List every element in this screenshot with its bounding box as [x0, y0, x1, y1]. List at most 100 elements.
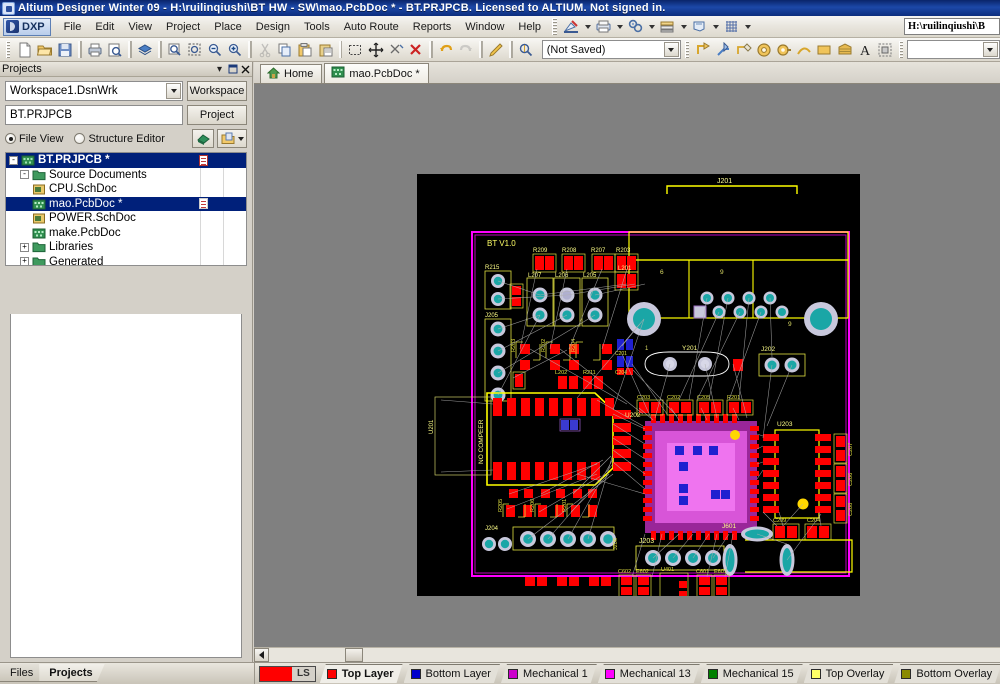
project-tree[interactable]: - BT.PRJPCB * - Source Documents CPU.Sch… [5, 152, 247, 266]
menu-item-reports[interactable]: Reports [406, 19, 459, 35]
extra-combo-chevron-down-icon[interactable] [982, 42, 998, 57]
schematic-tools-chevron-down-icon[interactable] [582, 17, 593, 36]
toolbar-grip[interactable] [552, 18, 558, 35]
project-field[interactable]: BT.PRJPCB [5, 105, 183, 125]
tree-item-make-pcbdoc[interactable]: make.PcbDoc [6, 226, 246, 241]
extra-combo[interactable] [907, 40, 1000, 59]
schematic-tools-icon[interactable] [561, 17, 582, 36]
place-component-icon[interactable] [875, 39, 895, 61]
place-toolbar-grip[interactable] [684, 41, 690, 58]
tree-item-cpu-schdoc[interactable]: CPU.SchDoc [6, 182, 246, 197]
layer-tab-mechanical-13[interactable]: Mechanical 13 [598, 664, 700, 683]
open-folder-icon[interactable] [35, 39, 55, 61]
cut-icon[interactable] [255, 39, 275, 61]
dxp-menu-button[interactable]: DXP [3, 17, 51, 36]
grid-chevron-down-icon[interactable] [742, 17, 753, 36]
main-toolbar-grip[interactable] [6, 41, 11, 58]
expander-icon[interactable]: - [20, 170, 29, 180]
tree-item-libraries[interactable]: + Libraries [6, 240, 246, 255]
zoom-selection-icon[interactable] [185, 39, 205, 61]
redo-icon[interactable] [456, 39, 476, 61]
dock-pin-icon[interactable] [226, 63, 239, 76]
menu-item-file[interactable]: File [57, 19, 89, 35]
structure-editor-radio[interactable] [74, 133, 86, 144]
workspace-button[interactable]: Workspace [187, 81, 247, 101]
layer-tab-top-layer[interactable]: Top Layer [320, 664, 403, 683]
deselect-icon[interactable] [386, 39, 406, 61]
clear-selection-icon[interactable] [406, 39, 426, 61]
layers-icon[interactable] [135, 39, 155, 61]
menu-item-help[interactable]: Help [511, 19, 548, 35]
print-icon[interactable] [85, 39, 105, 61]
workspace-chevron-down-icon[interactable] [166, 83, 181, 99]
menu-item-auto-route[interactable]: Auto Route [337, 19, 406, 35]
zoom-area-icon[interactable] [165, 39, 185, 61]
menu-item-project[interactable]: Project [159, 19, 207, 35]
print-preview-icon[interactable] [593, 17, 614, 36]
pcb-layout-svg[interactable]: J201 6 9 9 BT V1.0 R209 R208 R207 R203 L… [417, 174, 860, 596]
tab-projects[interactable]: Projects [39, 664, 105, 682]
layer-stack-chevron-down-icon[interactable] [678, 17, 689, 36]
chevron-down-icon[interactable]: ▾ [213, 63, 226, 76]
menu-item-tools[interactable]: Tools [297, 19, 337, 35]
undo-icon[interactable] [436, 39, 456, 61]
extra-toolbar-grip[interactable] [898, 41, 904, 58]
layer-stack-icon[interactable] [657, 17, 678, 36]
place-pad-icon[interactable] [754, 39, 774, 61]
select-area-icon[interactable] [345, 39, 365, 61]
horizontal-scrollbar[interactable] [254, 647, 1000, 662]
tab-files[interactable]: Files [0, 664, 46, 682]
grid-icon[interactable] [721, 17, 742, 36]
place-track-icon[interactable] [693, 39, 713, 61]
layer-tab-bottom-layer[interactable]: Bottom Layer [404, 664, 500, 683]
copy-icon[interactable] [275, 39, 295, 61]
workspace-select[interactable]: Workspace1.DsnWrk [5, 81, 183, 101]
highlight-icon[interactable] [486, 39, 506, 61]
place-line-icon[interactable] [734, 39, 754, 61]
layer-tab-mechanical-1[interactable]: Mechanical 1 [501, 664, 597, 683]
compile-icon[interactable] [192, 129, 214, 148]
file-view-radio[interactable] [5, 133, 16, 144]
paste-special-icon[interactable] [315, 39, 335, 61]
print-preview-icon[interactable] [105, 39, 125, 61]
place-arc-icon[interactable] [794, 39, 814, 61]
tree-item-power-schdoc[interactable]: POWER.SchDoc [6, 211, 246, 226]
open-documents-icon[interactable] [217, 129, 247, 148]
place-fill-icon[interactable] [814, 39, 834, 61]
drc-chevron-down-icon[interactable] [646, 17, 657, 36]
paste-icon[interactable] [295, 39, 315, 61]
close-icon[interactable] [239, 63, 252, 76]
layer-tab-mechanical-15[interactable]: Mechanical 15 [701, 664, 803, 683]
place-string-icon[interactable]: A [855, 39, 875, 61]
menu-item-edit[interactable]: Edit [88, 19, 121, 35]
tree-item-mao-pcbdoc[interactable]: mao.PcbDoc * [6, 196, 246, 211]
polygon-icon[interactable] [689, 17, 710, 36]
save-state-chevron-down-icon[interactable] [663, 42, 679, 57]
layer-selector-chip[interactable]: LS [259, 665, 316, 682]
save-state-combo[interactable]: (Not Saved) [541, 40, 681, 59]
tree-item-bt-prjpcb[interactable]: - BT.PRJPCB * [6, 153, 246, 168]
tab-mao-pcbdoc[interactable]: mao.PcbDoc * [324, 63, 429, 83]
save-icon[interactable] [55, 39, 75, 61]
print-preview-chevron-down-icon[interactable] [614, 17, 625, 36]
tree-item-source-documents[interactable]: - Source Documents [6, 168, 246, 183]
place-polygon-icon[interactable] [834, 39, 854, 61]
project-path-field[interactable]: H:\ruilinqiushi\B [904, 18, 1000, 35]
menu-item-design[interactable]: Design [249, 19, 297, 35]
scroll-thumb[interactable] [345, 648, 363, 662]
layer-tab-top-overlay[interactable]: Top Overlay [804, 664, 894, 683]
zoom-in-icon[interactable] [225, 39, 245, 61]
tree-item-generated[interactable]: + Generated [6, 255, 246, 265]
menu-item-view[interactable]: View [121, 19, 159, 35]
new-document-icon[interactable] [14, 39, 34, 61]
layer-tab-bottom-overlay[interactable]: Bottom Overlay [894, 664, 1000, 683]
cross-probe-icon[interactable] [516, 39, 536, 61]
place-via-icon[interactable] [774, 39, 794, 61]
scroll-left-arrow-icon[interactable] [254, 648, 269, 662]
expander-icon[interactable]: - [9, 155, 18, 165]
move-icon[interactable] [365, 39, 385, 61]
pcb-canvas[interactable]: J201 6 9 9 BT V1.0 R209 R208 R207 R203 L… [254, 84, 1000, 647]
zoom-out-icon[interactable] [205, 39, 225, 61]
menu-item-window[interactable]: Window [458, 19, 511, 35]
expander-icon[interactable]: + [20, 242, 29, 252]
